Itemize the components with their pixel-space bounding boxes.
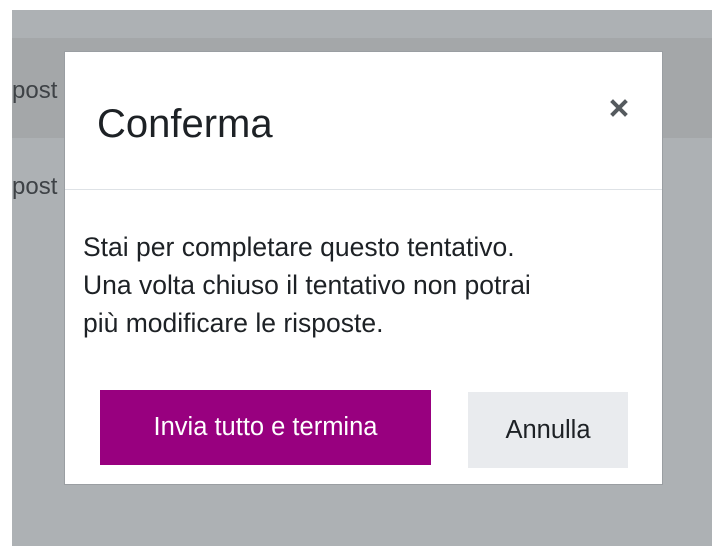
confirm-dialog: Conferma Stai per completare questo tent… <box>64 51 663 485</box>
screen: post post Conferma Stai per completare q… <box>0 0 712 546</box>
close-icon <box>599 88 639 128</box>
dialog-message-line: Una volta chiuso il tentativo non potrai <box>83 270 531 300</box>
dialog-message-line: Stai per completare questo tentativo. <box>83 232 515 262</box>
submit-all-button[interactable]: Invia tutto e termina <box>100 390 431 465</box>
dialog-message-line: più modificare le risposte. <box>83 308 384 338</box>
background-row-text: post <box>12 77 58 104</box>
background-row-text: post <box>12 173 58 200</box>
dialog-body: Stai per completare questo tentativo. Un… <box>83 228 643 342</box>
dialog-header: Conferma <box>65 52 662 190</box>
close-button[interactable] <box>599 88 639 128</box>
cancel-button[interactable]: Annulla <box>468 392 628 468</box>
dialog-title: Conferma <box>97 102 273 146</box>
